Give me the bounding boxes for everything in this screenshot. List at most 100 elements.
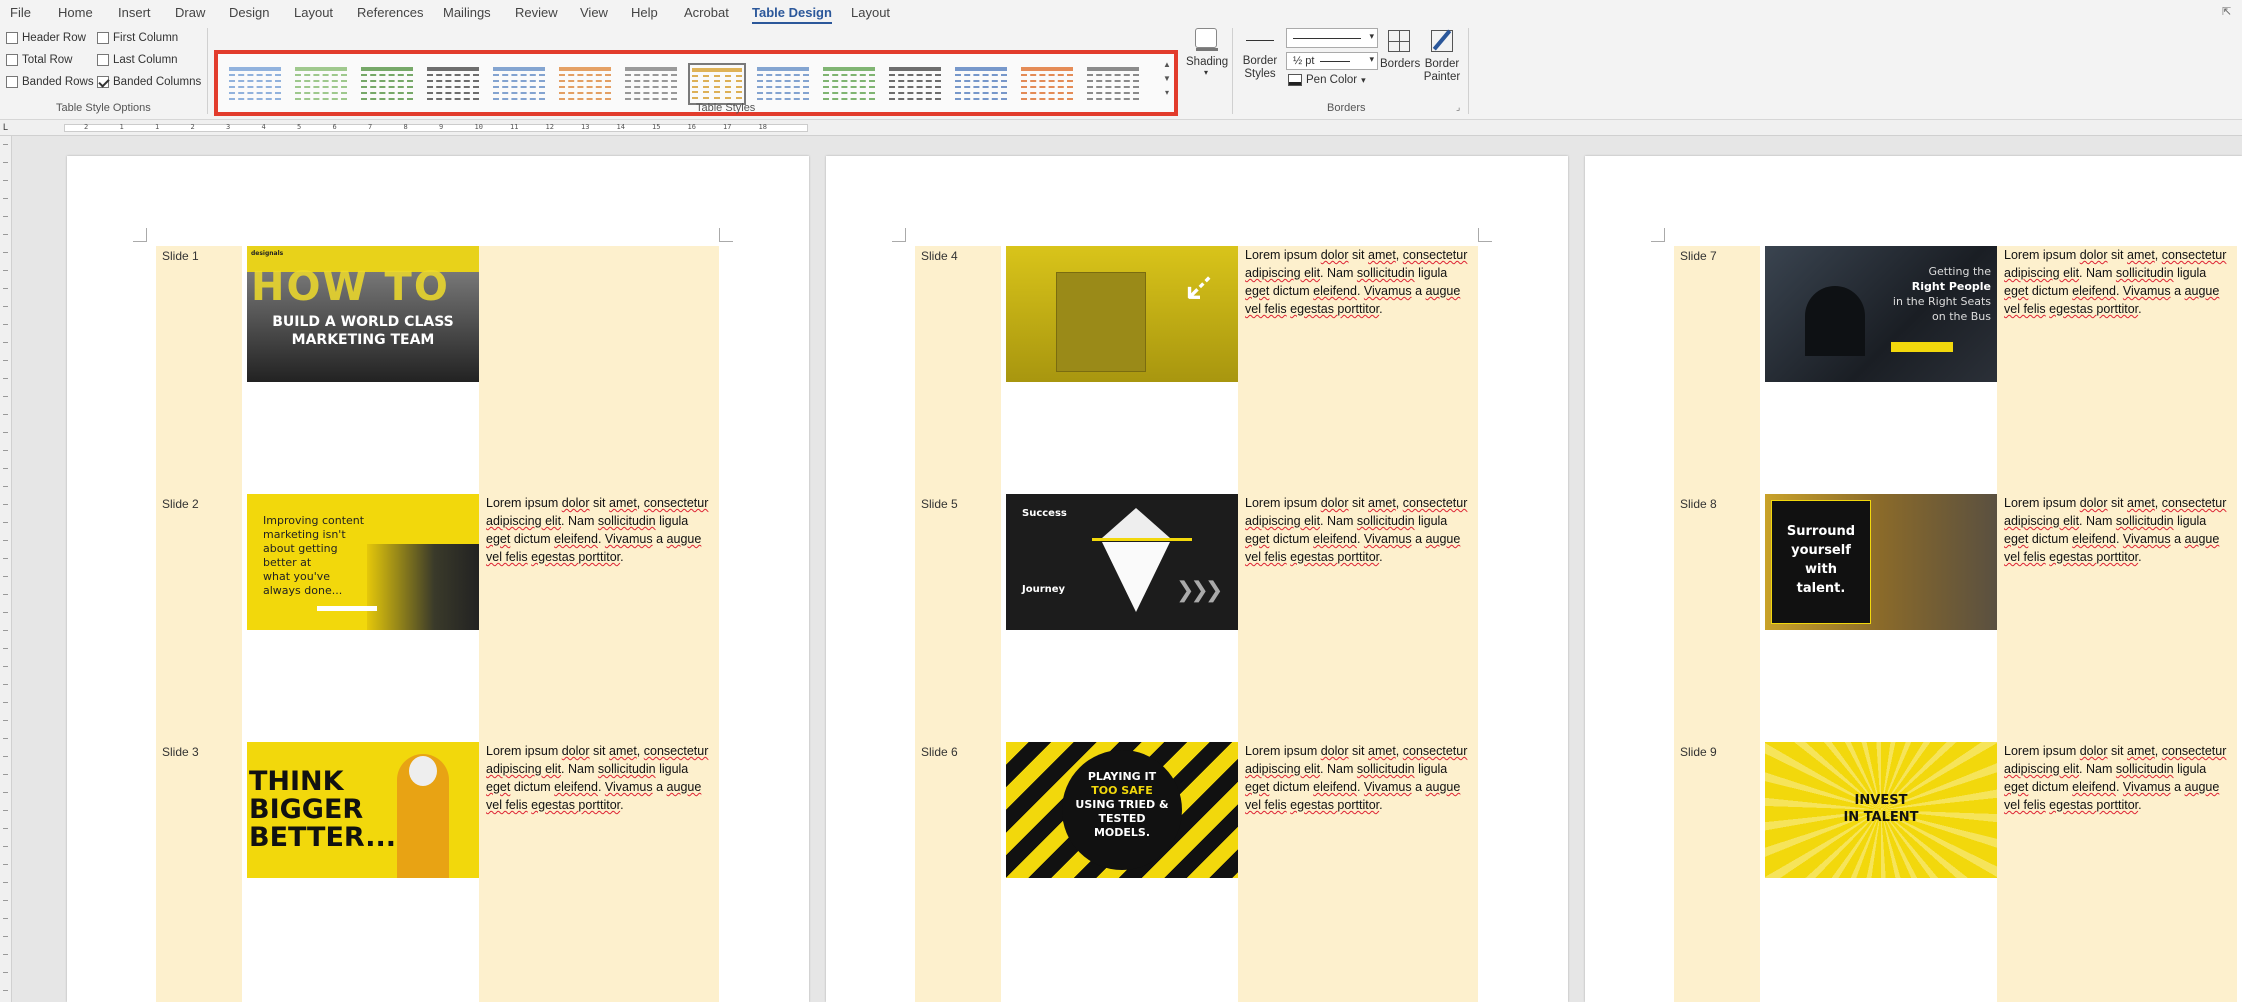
ruler-mark	[3, 162, 8, 163]
ruler-mark	[3, 540, 8, 541]
punctuation: ,	[636, 744, 641, 758]
punctuation: .	[1320, 266, 1324, 280]
table-style-swatch[interactable]	[490, 63, 548, 105]
borders-button[interactable]: Borders	[1380, 30, 1420, 71]
banded-rows-checkbox[interactable]: Banded Rows	[6, 76, 94, 88]
arrow-icon: ⇣	[1169, 260, 1226, 318]
menu-review[interactable]: Review	[515, 5, 558, 20]
lorem-word: eleifend	[554, 532, 598, 546]
menu-references[interactable]: References	[357, 5, 423, 20]
menu-file[interactable]: File	[10, 5, 31, 20]
lorem-word: egestas porttitor	[1290, 798, 1380, 812]
ruler-mark	[3, 936, 8, 937]
line-weight-dropdown[interactable]: ½ pt ▾	[1286, 52, 1378, 70]
vertical-ruler[interactable]	[0, 136, 12, 1002]
tab-selector-icon[interactable]: L	[3, 122, 8, 132]
ruler-mark	[3, 738, 8, 739]
table-style-swatch[interactable]	[424, 63, 482, 105]
chevron-down-icon: ▾	[1369, 54, 1374, 64]
punctuation: ,	[636, 496, 641, 510]
punctuation: .	[1379, 302, 1383, 316]
share-icon[interactable]: ⇱	[2222, 5, 2231, 18]
lorem-word: dolor	[2079, 248, 2108, 262]
table-style-swatch[interactable]	[754, 63, 812, 105]
slide-thumbnail[interactable]: Surround yourself with talent.	[1765, 494, 1997, 630]
table-style-swatch[interactable]	[226, 63, 284, 105]
slide-thumbnail[interactable]: designals HOW TO BUILD A WORLD CLASS MAR…	[247, 246, 479, 382]
lorem-word: amet	[609, 496, 637, 510]
pen-color-button[interactable]: Pen Color ▾	[1288, 74, 1366, 86]
dialog-launcher-icon[interactable]: ⌟	[1456, 102, 1460, 113]
menu-mailings[interactable]: Mailings	[443, 5, 491, 20]
menu-design[interactable]: Design	[229, 5, 269, 20]
slide-thumbnail[interactable]: INVEST IN TALENT	[1765, 742, 1997, 878]
border-styles-button[interactable]: Border Styles	[1242, 34, 1278, 81]
menu-home[interactable]: Home	[58, 5, 93, 20]
ruler-number: 6	[332, 123, 337, 131]
ruler-mark	[3, 630, 8, 631]
menu-table-layout[interactable]: Layout	[851, 5, 890, 20]
lorem-word: dolor	[561, 496, 590, 510]
ruler-mark	[3, 468, 8, 469]
table-style-swatch[interactable]	[886, 63, 944, 105]
ruler-mark	[3, 360, 8, 361]
cta-bar	[1891, 342, 1953, 352]
shading-button[interactable]: Shading ▾	[1186, 28, 1228, 77]
lorem-word: Lorem ipsum	[1245, 744, 1318, 758]
table-style-swatch[interactable]	[622, 63, 680, 105]
chevron-down-icon[interactable]: ▼	[1162, 72, 1172, 86]
table-style-swatch[interactable]	[1084, 63, 1142, 105]
slide-thumbnail[interactable]: ⇣	[1006, 246, 1238, 382]
punctuation: .	[2115, 780, 2120, 794]
table-style-swatch[interactable]	[820, 63, 878, 105]
lorem-word: Lorem ipsum	[486, 496, 559, 510]
menu-help[interactable]: Help	[631, 5, 658, 20]
lorem-word: dictum	[2031, 284, 2069, 298]
ruler-mark	[3, 720, 8, 721]
ruler-number: 7	[368, 123, 373, 131]
punctuation: .	[561, 762, 565, 776]
ruler-number: 8	[403, 123, 408, 131]
banded-columns-checkbox[interactable]: Banded Columns	[97, 76, 201, 88]
slide-label: Slide 9	[1680, 745, 1717, 759]
last-column-checkbox[interactable]: Last Column	[97, 54, 178, 66]
menu-layout[interactable]: Layout	[294, 5, 333, 20]
brand-text: designals	[251, 250, 284, 257]
menu-view[interactable]: View	[580, 5, 608, 20]
slide-thumbnail[interactable]: Improving content marketing isn't about …	[247, 494, 479, 630]
slide-thumbnail[interactable]: PLAYING IT TOO SAFE USING TRIED & TESTED…	[1006, 742, 1238, 878]
table-style-swatch[interactable]	[358, 63, 416, 105]
menu-table-design[interactable]: Table Design	[752, 5, 832, 25]
punctuation: .	[597, 532, 602, 546]
table-style-swatch[interactable]	[688, 63, 746, 105]
slide-thumbnail[interactable]: THINK BIGGER BETTER...	[247, 742, 479, 878]
total-row-checkbox[interactable]: Total Row	[6, 54, 73, 66]
chevron-up-icon[interactable]: ▲	[1162, 58, 1172, 72]
gallery-scroll[interactable]: ▲ ▼ ▾	[1162, 58, 1172, 100]
lorem-word: sollicitudin	[1356, 762, 1415, 776]
lorem-text: Lorem ipsum dolor sit amet, consectetur …	[1245, 742, 1473, 814]
menu-acrobat[interactable]: Acrobat	[684, 5, 729, 20]
table-style-swatch[interactable]	[952, 63, 1010, 105]
table-style-swatch[interactable]	[1018, 63, 1076, 105]
banded-column	[915, 246, 1001, 1002]
lorem-word: dictum	[1272, 532, 1310, 546]
table-style-swatch[interactable]	[556, 63, 614, 105]
slide-thumbnail[interactable]: Getting the Right People in the Right Se…	[1765, 246, 1997, 382]
slide-thumbnail[interactable]: Success Journey ❯❯❯	[1006, 494, 1238, 630]
line-style-dropdown[interactable]: ▾	[1286, 28, 1378, 48]
horizontal-ruler[interactable]: L 2 1 1 2 3 4 5 6 7 8 9 10 11 12 13 14 15 16 17 18	[0, 120, 2242, 136]
table-style-swatch[interactable]	[292, 63, 350, 105]
ruler-mark	[3, 558, 8, 559]
lorem-word: Vivamus	[604, 532, 653, 546]
menu-draw[interactable]: Draw	[175, 5, 205, 20]
menu-insert[interactable]: Insert	[118, 5, 151, 20]
ruler-mark	[3, 810, 8, 811]
border-painter-button[interactable]: Border Painter	[1420, 29, 1464, 84]
banded-column	[1674, 246, 1760, 1002]
first-column-checkbox[interactable]: First Column	[97, 32, 178, 44]
gallery-more-icon[interactable]: ▾	[1162, 86, 1172, 100]
header-row-checkbox[interactable]: Header Row	[6, 32, 86, 44]
lorem-word: dolor	[1320, 744, 1349, 758]
lorem-word: sollicitudin	[1356, 514, 1415, 528]
